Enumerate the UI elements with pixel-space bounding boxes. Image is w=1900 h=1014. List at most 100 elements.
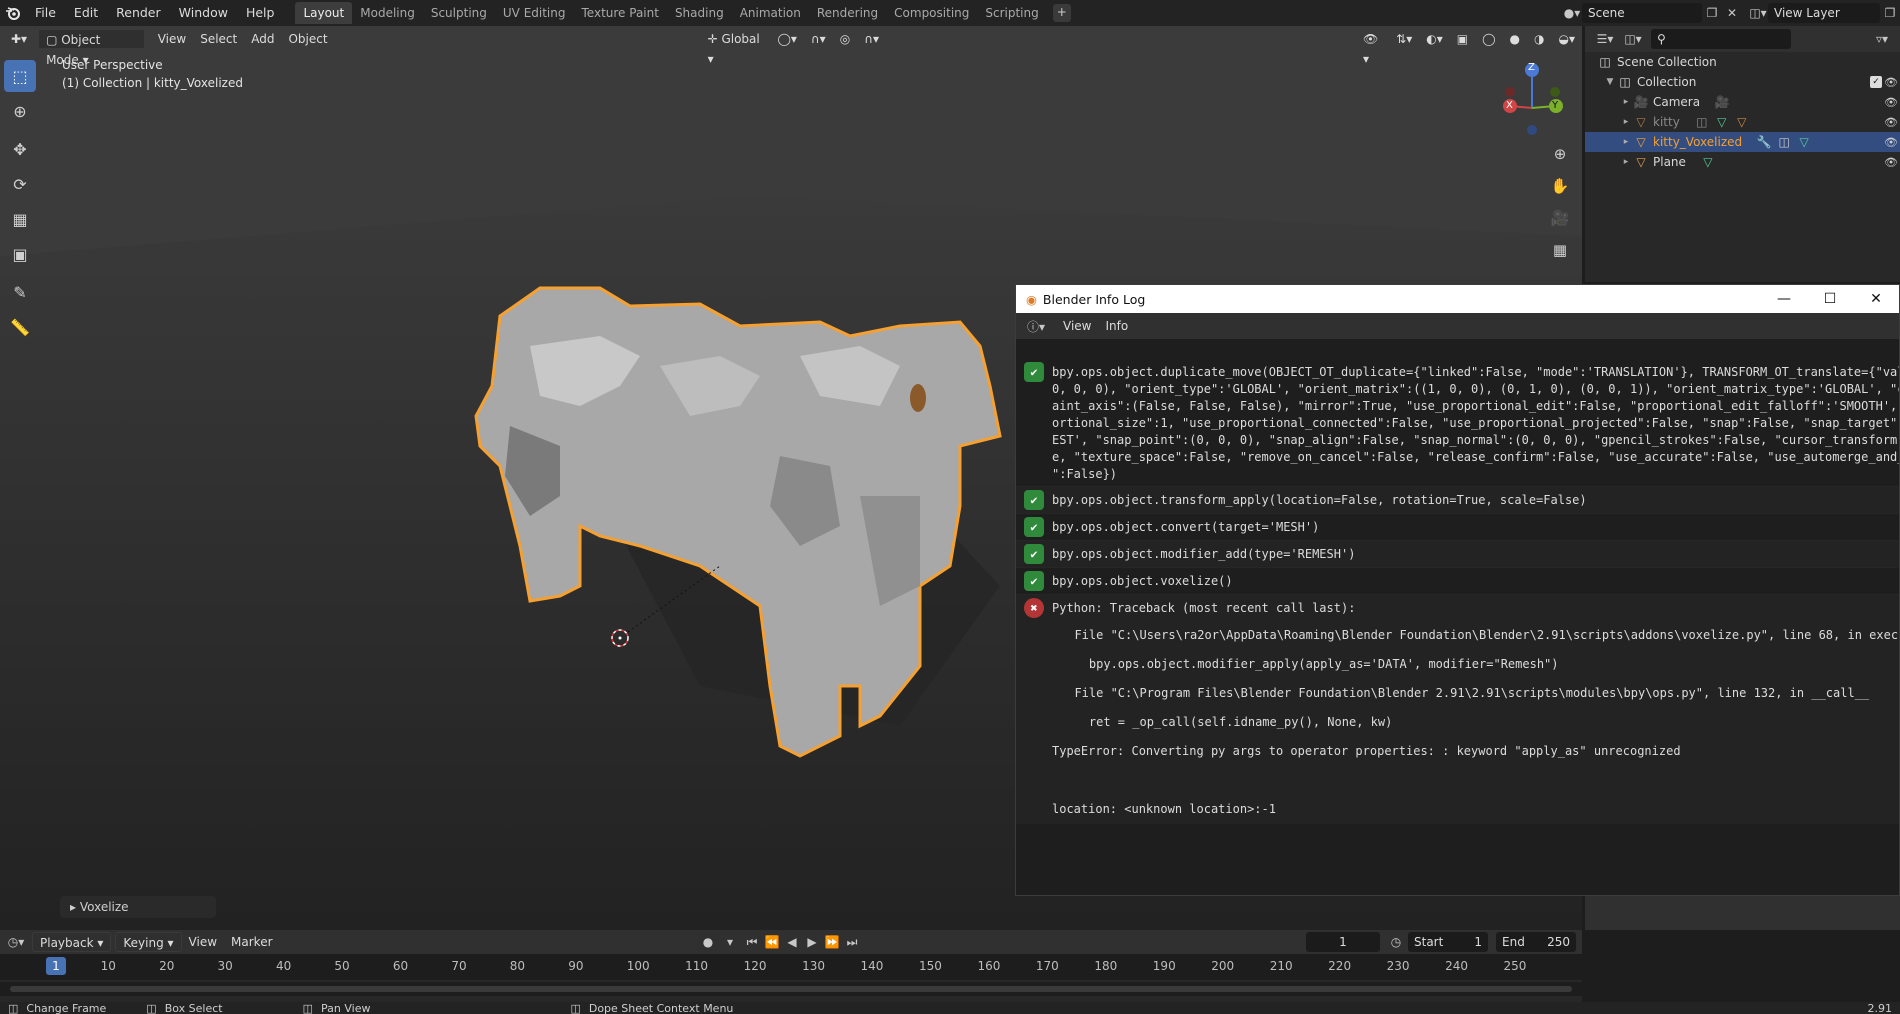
camera-view-icon[interactable]: 🎥 xyxy=(1546,204,1574,232)
outliner-search-input[interactable]: ⚲ xyxy=(1651,29,1791,49)
info-editor-icon[interactable]: ⓘ▾ xyxy=(1026,316,1046,336)
end-frame-field[interactable]: End 250 xyxy=(1496,932,1576,952)
annotate-tool-icon[interactable]: ✎ xyxy=(4,276,36,308)
tab-rendering[interactable]: Rendering xyxy=(809,2,886,24)
tab-layout[interactable]: Layout xyxy=(295,2,353,24)
viewport-menu-select[interactable]: Select xyxy=(193,29,244,49)
outliner-editor-icon[interactable]: ☰▾ xyxy=(1595,29,1615,49)
timeline-menu-marker[interactable]: Marker xyxy=(224,932,279,952)
collapse-icon[interactable]: ▼ xyxy=(1603,77,1617,87)
blender-logo-icon[interactable] xyxy=(0,0,26,26)
eye-icon[interactable]: 👁 xyxy=(1884,116,1898,129)
last-operator-panel[interactable]: ▸ Voxelize xyxy=(60,896,216,918)
snap-icon[interactable]: ∩▾ xyxy=(804,29,833,49)
viewport-menu-view[interactable]: View xyxy=(151,29,193,49)
timeline-menu-view[interactable]: View xyxy=(182,932,224,952)
play-icon[interactable]: ▶ xyxy=(802,932,822,952)
expand-icon[interactable]: ▸ xyxy=(1619,97,1633,107)
tab-texture-paint[interactable]: Texture Paint xyxy=(574,2,667,24)
menu-render[interactable]: Render xyxy=(107,0,170,26)
outliner-item-kitty-voxelized[interactable]: ▸ ▽ kitty_Voxelized 🔧 ◫ ▽ 👁 xyxy=(1585,132,1900,152)
maximize-icon[interactable]: ☐ xyxy=(1807,285,1853,313)
cursor-tool-icon[interactable]: ⊕ xyxy=(4,95,36,127)
play-reverse-icon[interactable]: ◀ xyxy=(782,932,802,952)
transform-tool-icon[interactable]: ▣ xyxy=(4,238,36,270)
collection-checkbox[interactable]: ✓ xyxy=(1870,76,1882,88)
minimize-icon[interactable]: — xyxy=(1761,285,1807,313)
tab-uv-editing[interactable]: UV Editing xyxy=(495,2,574,24)
auto-key-icon[interactable]: ▾ xyxy=(720,932,740,952)
eye-icon[interactable]: 👁 xyxy=(1884,156,1898,169)
info-log-titlebar[interactable]: ◉ Blender Info Log — ☐ ✕ xyxy=(1016,285,1899,313)
falloff-icon[interactable]: ∩▾ xyxy=(857,29,886,49)
current-frame-field[interactable]: 1 xyxy=(1306,932,1380,952)
eye-icon[interactable]: 👁 xyxy=(1884,76,1898,89)
scene-field[interactable]: Scene xyxy=(1582,3,1702,23)
menu-file[interactable]: File xyxy=(26,0,65,26)
frame-ruler[interactable]: 1 10 20 30 40 50 60 70 80 90 100 110 120 130 140 150 16… xyxy=(0,954,1582,980)
view-layer-icon[interactable]: ◫▾ xyxy=(1748,3,1768,23)
overlay-toggle-icon[interactable]: ◐▾ xyxy=(1419,29,1450,49)
shading-material-icon[interactable]: ◑ xyxy=(1527,29,1551,49)
pan-hand-icon[interactable]: ✋ xyxy=(1546,172,1574,200)
jump-end-icon[interactable]: ⏭ xyxy=(842,932,862,952)
timeline-scrollbar[interactable] xyxy=(0,982,1582,996)
tab-shading[interactable]: Shading xyxy=(667,2,732,24)
menu-edit[interactable]: Edit xyxy=(65,0,107,26)
viewport-menu-object[interactable]: Object xyxy=(281,29,334,49)
tab-scripting[interactable]: Scripting xyxy=(977,2,1046,24)
tab-modeling[interactable]: Modeling xyxy=(352,2,423,24)
outliner-item-kitty[interactable]: ▸ ▽ kitty ◫ ▽ ▽ 👁 xyxy=(1585,112,1900,132)
move-tool-icon[interactable]: ✥ xyxy=(4,133,36,165)
info-menu-info[interactable]: Info xyxy=(1098,316,1135,336)
log-entry[interactable]: ✔ bpy.ops.object.duplicate_move(OBJECT_O… xyxy=(1016,359,1899,487)
info-log-body[interactable]: ✔ bpy.ops.object.duplicate_move(OBJECT_O… xyxy=(1016,339,1899,895)
rotate-tool-icon[interactable]: ⟳ xyxy=(4,168,36,200)
record-keyframe-icon[interactable]: ● xyxy=(698,932,718,952)
playback-dropdown[interactable]: Playback ▾ xyxy=(32,932,112,952)
new-view-layer-icon[interactable]: ❐ xyxy=(1880,3,1900,23)
outliner-item-camera[interactable]: ▸ 🎥 Camera 🎥 👁 xyxy=(1585,92,1900,112)
gizmo-toggle-icon[interactable]: ⇅▾ xyxy=(1389,29,1419,49)
proportional-edit-icon[interactable]: ◎ xyxy=(833,29,857,49)
shading-wireframe-icon[interactable]: ◯ xyxy=(1475,29,1502,49)
menu-help[interactable]: Help xyxy=(237,0,284,26)
log-entry[interactable]: ✔ bpy.ops.object.transform_apply(locatio… xyxy=(1016,487,1899,514)
scene-icon[interactable]: ●▾ xyxy=(1562,3,1582,23)
delete-scene-icon[interactable]: ✕ xyxy=(1722,3,1742,23)
shading-rendered-icon[interactable]: ◒▾ xyxy=(1551,29,1582,49)
orientation-dropdown[interactable]: ✛ Global ▾ xyxy=(701,29,771,66)
menu-window[interactable]: Window xyxy=(170,0,237,26)
zoom-icon[interactable]: ⊕ xyxy=(1546,140,1574,168)
jump-start-icon[interactable]: ⏮ xyxy=(742,932,762,952)
tab-compositing[interactable]: Compositing xyxy=(886,2,977,24)
eye-icon[interactable]: 👁 xyxy=(1884,136,1898,149)
measure-tool-icon[interactable]: 📏 xyxy=(4,311,36,343)
new-scene-icon[interactable]: ❐ xyxy=(1702,3,1722,23)
prev-keyframe-icon[interactable]: ⏪ xyxy=(762,932,782,952)
log-entry[interactable]: ✔ bpy.ops.object.voxelize() xyxy=(1016,568,1899,595)
collection-row[interactable]: ▼ ◫ Collection ✓ 👁 xyxy=(1585,72,1900,92)
add-workspace-button[interactable]: + xyxy=(1052,4,1071,22)
expand-icon[interactable]: ▸ xyxy=(1619,137,1633,147)
object-mode-dropdown[interactable]: ▢ Object Mode ▾ xyxy=(38,29,145,67)
view-layer-field[interactable]: View Layer xyxy=(1768,3,1880,23)
scrollbar-thumb[interactable] xyxy=(10,986,1572,992)
log-entry[interactable]: ✔ bpy.ops.object.modifier_add(type='REME… xyxy=(1016,541,1899,568)
close-icon[interactable]: ✕ xyxy=(1853,285,1899,313)
visibility-icon[interactable]: 👁▾ xyxy=(1356,29,1389,66)
keying-dropdown[interactable]: Keying ▾ xyxy=(115,932,182,952)
playhead[interactable]: 1 xyxy=(46,957,66,975)
outliner-item-plane[interactable]: ▸ ▽ Plane ▽ 👁 xyxy=(1585,152,1900,172)
expand-icon[interactable]: ▸ xyxy=(1619,157,1633,167)
clock-icon[interactable]: ◷ xyxy=(1386,932,1406,952)
select-box-tool-icon[interactable]: ⬚ xyxy=(4,60,36,92)
viewport-menu-add[interactable]: Add xyxy=(244,29,281,49)
tab-animation[interactable]: Animation xyxy=(732,2,809,24)
tab-sculpting[interactable]: Sculpting xyxy=(423,2,495,24)
ortho-grid-icon[interactable]: ▦ xyxy=(1546,236,1574,264)
timeline-editor-icon[interactable]: ◷▾ xyxy=(6,932,26,952)
display-mode-icon[interactable]: ◫▾ xyxy=(1623,29,1643,49)
filter-icon[interactable]: ▿▾ xyxy=(1872,29,1892,49)
eye-icon[interactable]: 👁 xyxy=(1884,96,1898,109)
